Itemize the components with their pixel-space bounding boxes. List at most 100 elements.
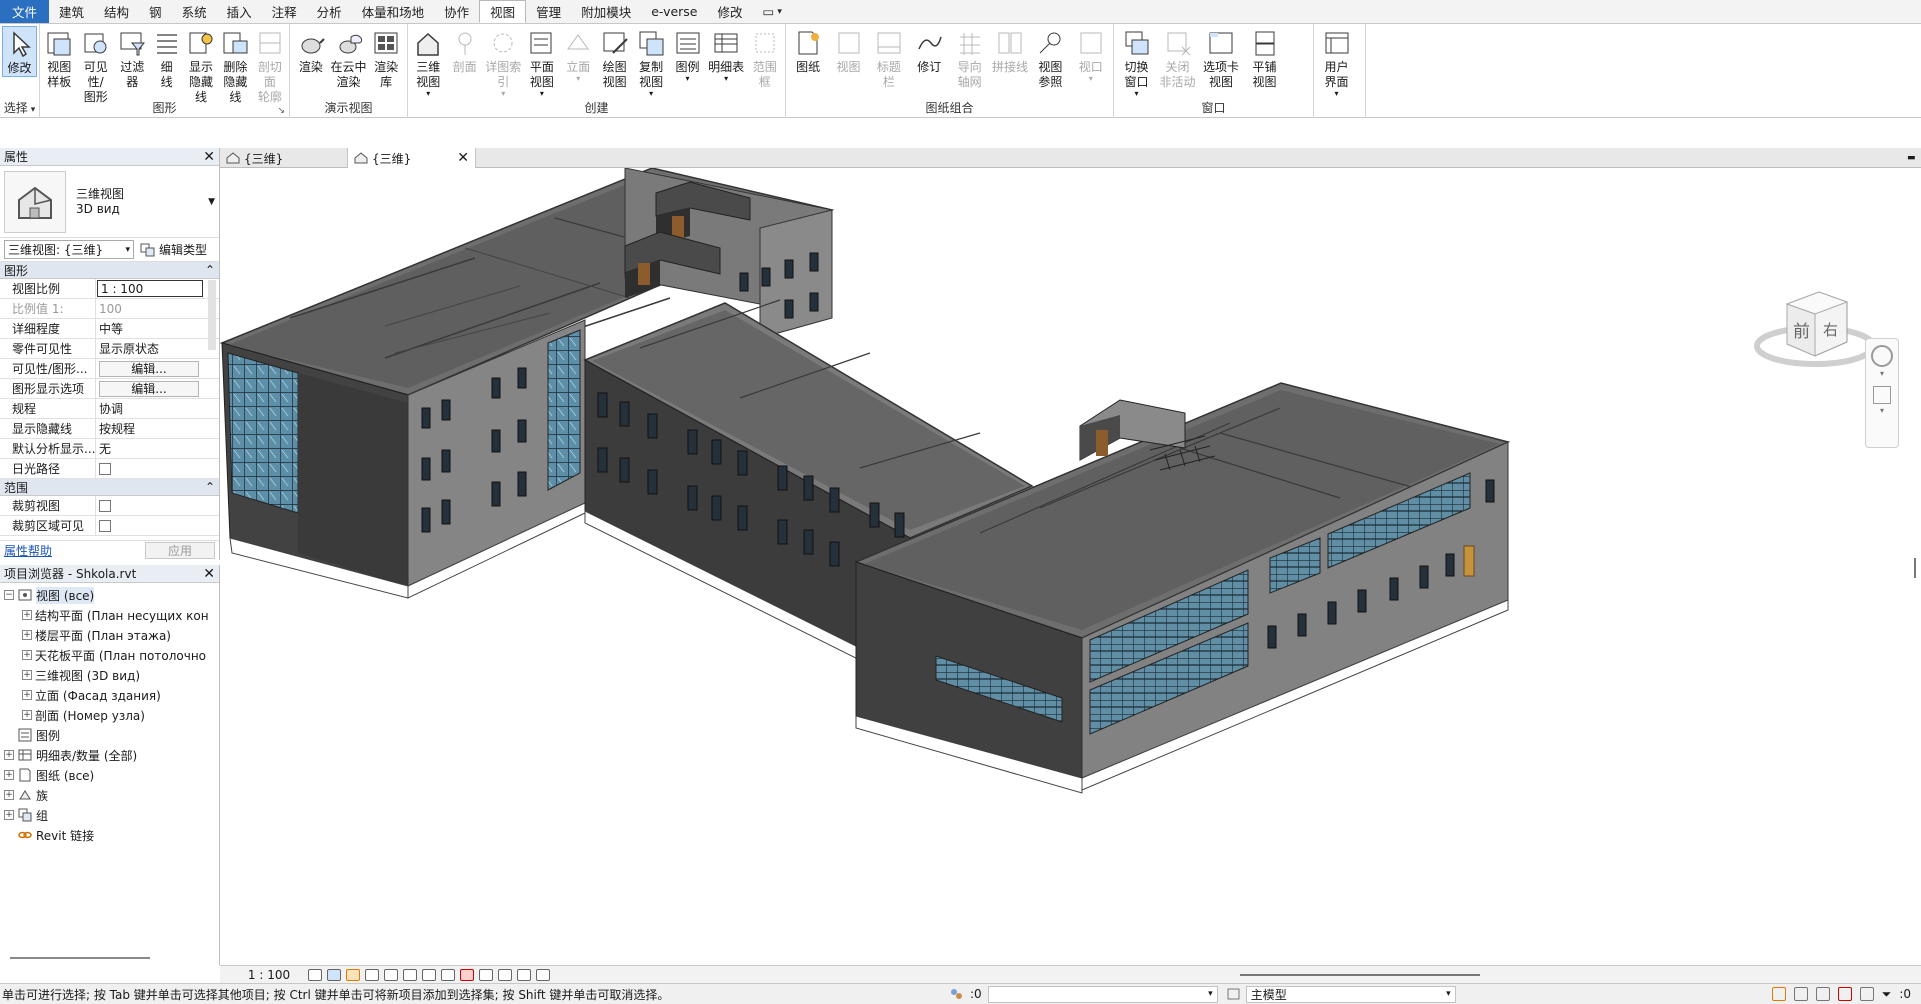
- expand-icon[interactable]: +: [4, 750, 14, 760]
- browser-node[interactable]: + 组: [0, 805, 219, 825]
- section-button[interactable]: 剖面: [446, 26, 482, 75]
- chevron-down-icon[interactable]: ▾: [1089, 75, 1093, 83]
- property-value[interactable]: 显示原状态: [96, 339, 203, 358]
- browser-node[interactable]: − 视图 (все): [0, 585, 219, 605]
- property-value[interactable]: 编辑...: [96, 359, 203, 378]
- tab-views-button[interactable]: 选项卡 视图: [1198, 26, 1244, 90]
- property-value[interactable]: 中等: [96, 319, 203, 338]
- worksets-icon[interactable]: [948, 987, 964, 1001]
- expand-icon[interactable]: +: [22, 650, 32, 660]
- thin-lines-button[interactable]: 细 线: [149, 26, 183, 90]
- checkbox[interactable]: [99, 499, 111, 512]
- browser-node[interactable]: + 剖面 (Номер узла): [0, 705, 219, 725]
- temporary-hide-icon[interactable]: [460, 968, 474, 981]
- tab-5[interactable]: 插入: [217, 0, 262, 23]
- tile-views-button[interactable]: 平铺 视图: [1244, 26, 1285, 90]
- cursor-arrow-button[interactable]: 修改: [2, 26, 37, 77]
- chevron-down-icon[interactable]: ▾: [501, 90, 505, 98]
- filter-button[interactable]: 过滤器: [115, 26, 149, 90]
- crop-region-icon[interactable]: [422, 968, 436, 981]
- vertical-scrollbar[interactable]: [1914, 558, 1916, 578]
- browser-node[interactable]: 图例: [0, 725, 219, 745]
- tab-1[interactable]: 建筑: [49, 0, 94, 23]
- browser-node[interactable]: + 图纸 (все): [0, 765, 219, 785]
- view-scale[interactable]: 1 : 100: [234, 968, 304, 982]
- browser-node[interactable]: + 结构平面 (План несущих кон: [0, 605, 219, 625]
- select-underlay-icon[interactable]: [1793, 987, 1808, 1001]
- worksharing-display-icon[interactable]: [517, 968, 531, 981]
- browser-node[interactable]: + 明细表/数量 (全部): [0, 745, 219, 765]
- chevron-down-icon[interactable]: ▾: [1334, 90, 1338, 98]
- tab-15[interactable]: ▭ ▾: [753, 0, 792, 23]
- properties-section-header[interactable]: 范围 ⌃: [0, 479, 219, 496]
- close-icon[interactable]: ✕: [203, 566, 215, 582]
- title-block-button[interactable]: 标题 栏: [869, 26, 909, 90]
- user-interface-button[interactable]: 用户 界面 ▾: [1316, 26, 1357, 98]
- scope-box-button[interactable]: 范围 框: [747, 26, 783, 90]
- revision-button[interactable]: 修订: [909, 26, 949, 75]
- steering-wheel-icon[interactable]: [1871, 345, 1893, 367]
- chevron-down-icon[interactable]: ▾: [1880, 369, 1884, 378]
- tab-9[interactable]: 协作: [434, 0, 479, 23]
- duplicate-view-button[interactable]: 复制 视图 ▾: [633, 26, 669, 98]
- expand-icon[interactable]: +: [22, 610, 32, 620]
- unlock-view-icon[interactable]: [441, 968, 455, 981]
- view-tab[interactable]: {三维}: [220, 148, 348, 168]
- drag-elements-icon[interactable]: [1859, 987, 1874, 1001]
- edit-button[interactable]: 编辑...: [99, 380, 199, 397]
- vertical-scrollbar[interactable]: [208, 280, 216, 350]
- expand-icon[interactable]: +: [22, 710, 32, 720]
- close-inactive-button[interactable]: 关闭 非活动: [1157, 26, 1198, 90]
- edit-button[interactable]: 编辑...: [99, 360, 199, 377]
- edit-type-button[interactable]: 编辑类型: [140, 241, 207, 258]
- browser-node[interactable]: Revit 链接: [0, 825, 219, 845]
- browser-node[interactable]: + 三维视图 (3D вид): [0, 665, 219, 685]
- tab-2[interactable]: 结构: [94, 0, 139, 23]
- schedule-button[interactable]: 明细表 ▾: [706, 26, 747, 83]
- close-icon[interactable]: ✕: [457, 150, 469, 166]
- editable-only-icon[interactable]: [1226, 987, 1242, 1001]
- render-teapot-button[interactable]: 渲染: [292, 26, 330, 75]
- chevron-down-icon[interactable]: ▾: [31, 105, 36, 115]
- property-value[interactable]: [96, 459, 203, 478]
- select-links-icon[interactable]: [1771, 987, 1786, 1001]
- place-view-button[interactable]: 视图: [828, 26, 868, 75]
- tab-0[interactable]: 文件: [0, 0, 50, 23]
- show-hidden-lines-button[interactable]: 显示 隐藏线: [184, 26, 218, 105]
- expand-icon[interactable]: +: [22, 670, 32, 680]
- temporary-properties-icon[interactable]: [498, 968, 512, 981]
- 3d-view-canvas[interactable]: 前 右 ▾ ▾: [220, 168, 1921, 965]
- tab-11[interactable]: 管理: [526, 0, 571, 23]
- dialog-launcher-icon[interactable]: ↘: [277, 106, 285, 116]
- collapse-icon[interactable]: ⌃: [205, 263, 215, 277]
- tab-14[interactable]: 修改: [708, 0, 753, 23]
- building-model-3d[interactable]: [220, 168, 1921, 965]
- viewcube[interactable]: 前 右: [1747, 264, 1883, 374]
- browser-node[interactable]: + 立面 (Фасад здания): [0, 685, 219, 705]
- chevron-down-icon[interactable]: ▾: [540, 90, 544, 98]
- guide-grid-button[interactable]: 导向 轴网: [950, 26, 990, 90]
- design-option-dropdown[interactable]: 主模型 ▾: [1245, 985, 1456, 1003]
- render-cloud-button[interactable]: 在云中 渲染: [330, 26, 368, 90]
- crop-view-icon[interactable]: [403, 968, 417, 981]
- elevation-button[interactable]: 立面 ▾: [560, 26, 596, 83]
- properties-section-header[interactable]: 图形 ⌃: [0, 262, 219, 279]
- tab-13[interactable]: e-verse: [641, 0, 707, 23]
- switch-windows-button[interactable]: 切换 窗口 ▾: [1116, 26, 1157, 98]
- chevron-down-icon[interactable]: ▾: [724, 75, 728, 83]
- browser-node[interactable]: + 天花板平面 (План потолочно: [0, 645, 219, 665]
- property-value[interactable]: 协调: [96, 399, 203, 418]
- view-reference-button[interactable]: 视图 参照: [1030, 26, 1070, 90]
- property-value[interactable]: 无: [96, 439, 203, 458]
- browser-node[interactable]: + 楼层平面 (План этажа): [0, 625, 219, 645]
- property-value[interactable]: [96, 496, 203, 515]
- instance-selector[interactable]: 三维视图: {三维} ▾: [4, 240, 134, 259]
- workset-dropdown[interactable]: ▾: [987, 985, 1218, 1003]
- tab-6[interactable]: 注释: [262, 0, 307, 23]
- panel-title-text[interactable]: 选择: [4, 101, 28, 115]
- shadows-icon[interactable]: [365, 968, 379, 981]
- matchline-button[interactable]: 拼接线: [990, 26, 1030, 75]
- chevron-down-icon[interactable]: ▾: [1134, 90, 1138, 98]
- plan-views-button[interactable]: 平面 视图 ▾: [524, 26, 560, 98]
- reveal-hidden-icon[interactable]: [479, 968, 493, 981]
